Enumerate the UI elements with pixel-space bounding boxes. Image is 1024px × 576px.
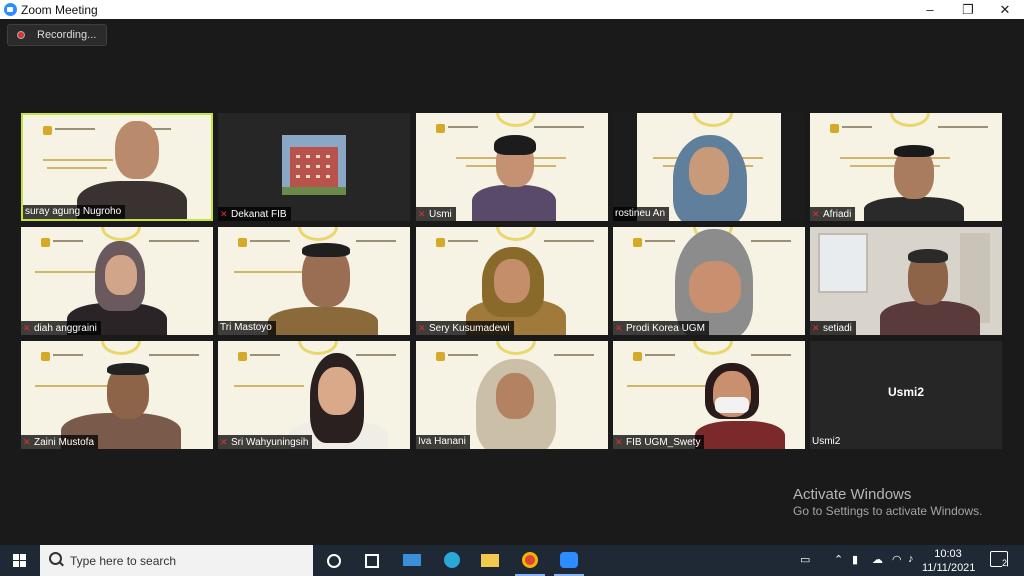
system-clock[interactable]: 10:03 11/11/2021 — [922, 547, 976, 575]
video-tile[interactable]: ✕ Sri Wahyuningsih — [218, 341, 410, 449]
participant-name: rostineu An — [613, 207, 670, 221]
mail-icon[interactable] — [393, 545, 431, 576]
mic-muted-icon: ✕ — [23, 323, 31, 333]
recording-indicator[interactable]: Recording... — [7, 24, 107, 46]
mic-muted-icon: ✕ — [812, 323, 820, 333]
zoom-logo-icon — [4, 3, 17, 16]
video-tile[interactable]: Iva Hanani — [416, 341, 608, 449]
mic-muted-icon: ✕ — [615, 323, 623, 333]
recording-label: Recording... — [37, 29, 97, 41]
taskbar-search-box[interactable]: Type here to search — [40, 545, 313, 576]
record-dot-icon — [17, 31, 25, 39]
window-title: Zoom Meeting — [21, 3, 98, 17]
video-off-name: Usmi2 — [887, 385, 925, 399]
mic-muted-icon: ✕ — [418, 323, 426, 333]
mic-muted-icon: ✕ — [812, 209, 820, 219]
participant-name: ✕ Usmi — [416, 207, 456, 221]
search-placeholder: Type here to search — [70, 554, 177, 568]
mic-muted-icon: ✕ — [220, 437, 228, 447]
video-tile[interactable]: ✕ Usmi — [416, 113, 608, 221]
mic-muted-icon: ✕ — [220, 209, 228, 219]
search-icon — [49, 552, 62, 565]
clock-time: 10:03 — [934, 548, 962, 560]
volume-icon[interactable]: ♪ — [908, 553, 914, 565]
clock-date: 11/11/2021 — [922, 562, 976, 574]
participant-name: ✕ Dekanat FIB — [218, 207, 291, 221]
video-tile[interactable]: ✕ Zaini Mustofa — [21, 341, 213, 449]
windows-taskbar: Type here to search ▭ ⌃ ▮ ☁ ◠ ♪ 10:03 11… — [0, 545, 1024, 576]
participant-name: Usmi2 — [812, 436, 841, 447]
notification-icon[interactable]: 2 — [990, 551, 1008, 568]
notification-count: 2 — [1002, 558, 1008, 568]
keyboard-icon[interactable]: ▭ — [800, 553, 810, 566]
participant-name: ✕ Sery Kusumadewi — [416, 321, 514, 335]
cortana-icon[interactable] — [315, 545, 353, 576]
window-titlebar: Zoom Meeting – ❐ ✕ — [0, 0, 1024, 19]
video-tile[interactable]: ✕ Dekanat FIB — [218, 113, 410, 221]
maximize-button[interactable]: ❐ — [949, 0, 987, 19]
participant-name: ✕ Zaini Mustofa — [21, 435, 99, 449]
video-tile[interactable]: ✕ Prodi Korea UGM — [613, 227, 805, 335]
video-tile[interactable]: Usmi2 Usmi2 — [810, 341, 1002, 449]
wifi-icon[interactable]: ◠ — [892, 553, 902, 566]
participant-name: ✕ Prodi Korea UGM — [613, 321, 709, 335]
building-photo — [282, 135, 346, 195]
battery-icon[interactable]: ▮ — [852, 553, 858, 566]
video-tile[interactable]: ✕ Afriadi — [810, 113, 1002, 221]
participant-name: ✕ FIB UGM_Swety — [613, 435, 705, 449]
mic-muted-icon: ✕ — [23, 437, 31, 447]
participant-name: Tri Mastoyo — [218, 321, 276, 335]
video-tile[interactable]: Tri Mastoyo — [218, 227, 410, 335]
participant-name: ✕ diah anggraini — [21, 321, 101, 335]
mic-muted-icon: ✕ — [615, 437, 623, 447]
participant-name: Iva Hanani — [416, 435, 470, 449]
video-tile[interactable]: rostineu An — [613, 113, 805, 221]
video-tile[interactable]: ✕ diah anggraini — [21, 227, 213, 335]
minimize-button[interactable]: – — [911, 0, 949, 19]
video-tile[interactable]: ✕ Sery Kusumadewi — [416, 227, 608, 335]
participant-name: ✕ Sri Wahyuningsih — [218, 435, 313, 449]
chevron-up-icon[interactable]: ⌃ — [834, 553, 843, 566]
close-button[interactable]: ✕ — [986, 0, 1024, 19]
zoom-taskbar-icon[interactable] — [550, 545, 588, 576]
task-view-icon[interactable] — [353, 545, 391, 576]
participant-name: suray agung Nugroho — [23, 205, 126, 219]
start-button[interactable] — [0, 545, 40, 576]
video-tile[interactable]: suray agung Nugroho — [21, 113, 213, 221]
activate-windows-subtitle: Go to Settings to activate Windows. — [793, 504, 983, 518]
cloud-icon[interactable]: ☁ — [872, 553, 883, 566]
file-explorer-icon[interactable] — [471, 545, 509, 576]
video-tile[interactable]: ✕ setiadi — [810, 227, 1002, 335]
video-tile[interactable]: ✕ FIB UGM_Swety — [613, 341, 805, 449]
activate-windows-title: Activate Windows — [793, 486, 912, 503]
chrome-icon[interactable] — [511, 545, 549, 576]
mic-muted-icon: ✕ — [418, 209, 426, 219]
edge-icon[interactable] — [433, 545, 471, 576]
participant-name: ✕ setiadi — [810, 321, 856, 335]
participant-name: ✕ Afriadi — [810, 207, 856, 221]
